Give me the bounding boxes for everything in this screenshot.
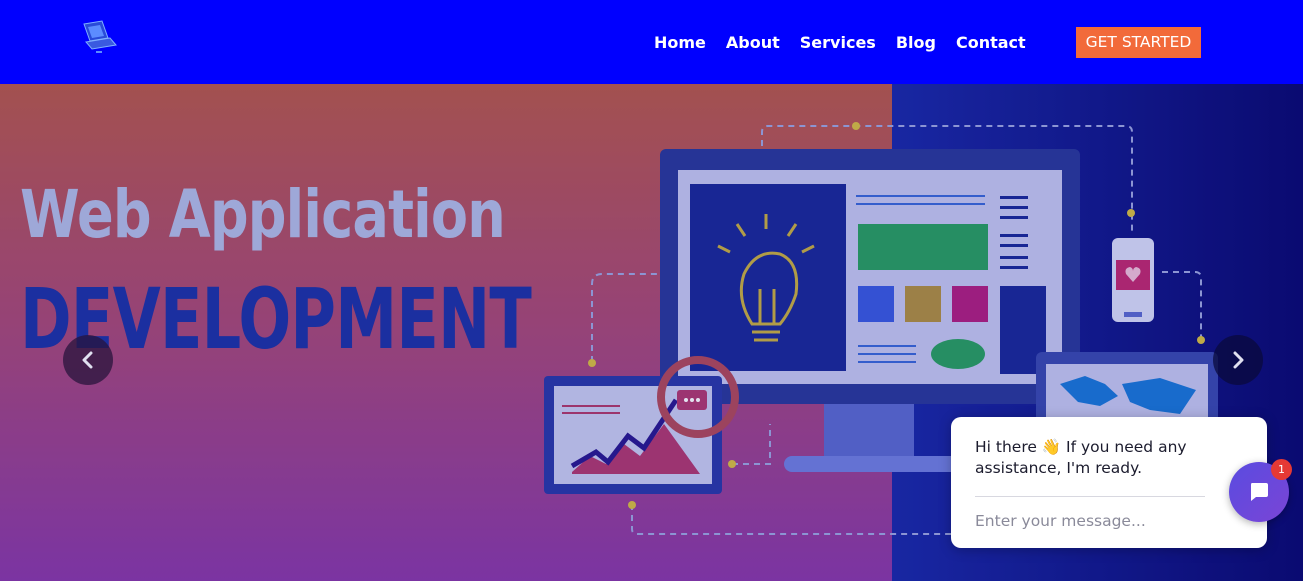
- nav-about[interactable]: About: [726, 33, 780, 53]
- nav-services[interactable]: Services: [800, 33, 876, 53]
- chat-greeting-text: Hi there 👋 If you need any assistance, I…: [975, 438, 1187, 477]
- chat-bubble-icon: [1251, 483, 1268, 501]
- main-nav: Home About Services Blog Contact: [654, 33, 1026, 53]
- chat-divider: [975, 496, 1205, 497]
- laptop-logo-icon[interactable]: [78, 18, 118, 56]
- chevron-left-icon: [82, 351, 93, 369]
- chevron-right-icon: [1233, 351, 1244, 369]
- top-navbar: Home About Services Blog Contact GET STA…: [0, 0, 1303, 84]
- nav-home[interactable]: Home: [654, 33, 706, 53]
- notification-badge: 1: [1271, 459, 1292, 480]
- slider-next-button[interactable]: [1213, 335, 1263, 385]
- chat-popup: Hi there 👋 If you need any assistance, I…: [951, 417, 1267, 548]
- chat-message-input[interactable]: [975, 509, 1205, 533]
- get-started-button[interactable]: GET STARTED: [1076, 27, 1201, 58]
- nav-blog[interactable]: Blog: [896, 33, 936, 53]
- hero-title-line1: Web Application: [20, 176, 506, 253]
- slider-prev-button[interactable]: [63, 335, 113, 385]
- nav-contact[interactable]: Contact: [956, 33, 1026, 53]
